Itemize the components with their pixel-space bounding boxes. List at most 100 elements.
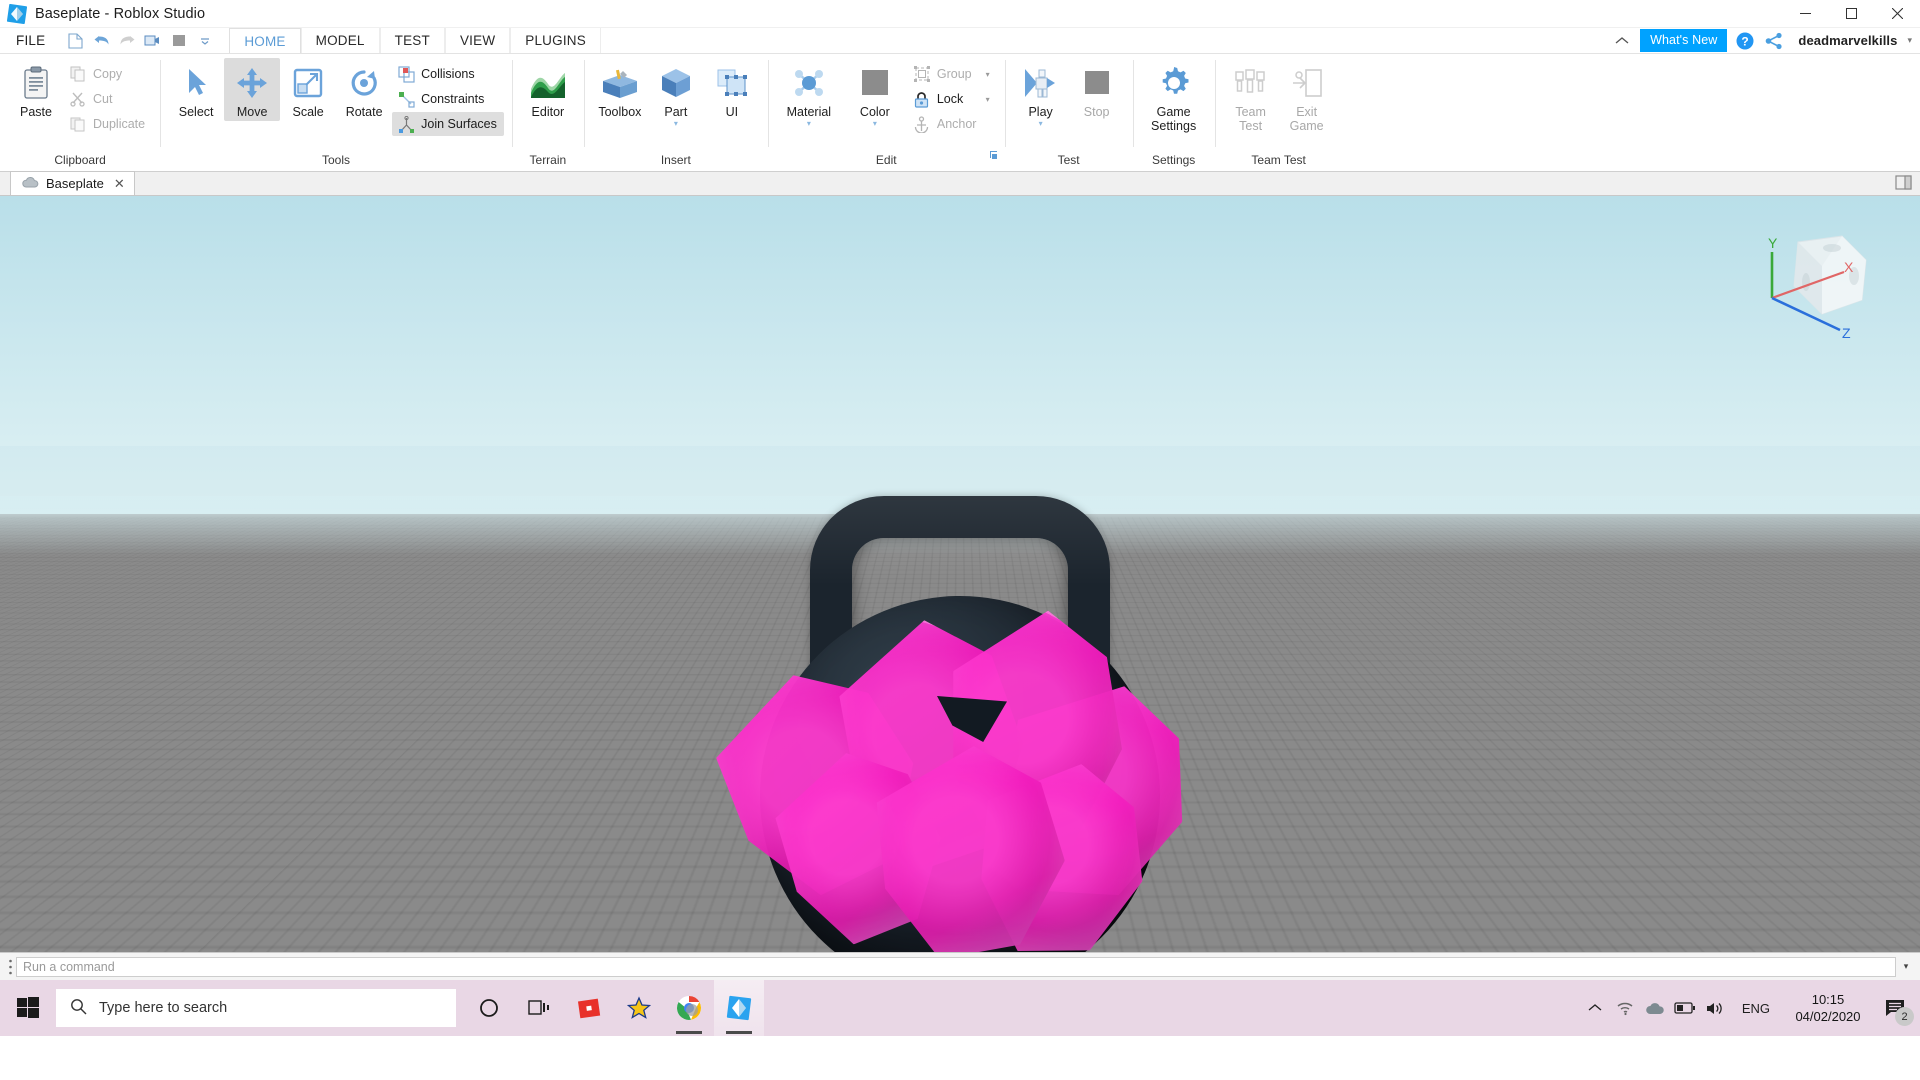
open-folder-icon[interactable] (141, 30, 165, 52)
toolbox-button[interactable]: Toolbox (592, 58, 648, 121)
play-button[interactable]: Play ▾ (1013, 58, 1069, 130)
team-test-button[interactable]: Team Test (1223, 58, 1279, 135)
material-molecule-icon (792, 63, 826, 103)
close-button[interactable] (1874, 0, 1920, 28)
color-label: Color (860, 105, 890, 119)
account-chevron-down-icon[interactable]: ▾ (1907, 35, 1912, 46)
select-tool-button[interactable]: Select (168, 58, 224, 121)
question-mark-icon[interactable]: ? (1735, 31, 1755, 51)
drag-grip-icon[interactable] (4, 958, 16, 976)
copy-button[interactable]: Copy (64, 62, 152, 86)
cortana-icon[interactable] (464, 980, 514, 1036)
task-view-icon[interactable] (514, 980, 564, 1036)
new-document-icon[interactable] (63, 30, 87, 52)
color-chevron-down-icon[interactable]: ▾ (873, 120, 877, 128)
toolbox-label: Toolbox (598, 105, 641, 119)
anchor-button[interactable]: Anchor (908, 112, 997, 136)
maximize-button[interactable] (1828, 0, 1874, 28)
group-label-test: Test (1007, 149, 1131, 171)
tab-model[interactable]: MODEL (301, 28, 380, 53)
exit-game-button[interactable]: Exit Game (1279, 58, 1335, 135)
collisions-icon (397, 65, 415, 83)
paste-button[interactable]: Paste (8, 58, 64, 121)
file-menu-button[interactable]: FILE (0, 28, 59, 53)
minimize-button[interactable] (1782, 0, 1828, 28)
whats-new-button[interactable]: What's New (1640, 29, 1727, 52)
color-swatch-icon (859, 63, 891, 103)
google-chrome-icon[interactable] (664, 980, 714, 1036)
scale-tool-button[interactable]: Scale (280, 58, 336, 121)
document-tab-label: Baseplate (46, 176, 104, 191)
viewport-3d[interactable]: Y X Z (0, 196, 1920, 952)
ribbon-group-edit: Material ▾ Color ▾ (768, 54, 1005, 171)
command-input[interactable]: Run a command (16, 957, 1896, 977)
window-title: Baseplate - Roblox Studio (35, 6, 205, 22)
color-button[interactable]: Color ▾ (842, 58, 908, 130)
collisions-button[interactable]: Collisions (392, 62, 504, 86)
ui-button[interactable]: UI (704, 58, 760, 121)
roblox-player-icon[interactable] (564, 980, 614, 1036)
group-label: Group (937, 67, 972, 81)
material-chevron-down-icon[interactable]: ▾ (807, 120, 811, 128)
rotate-tool-button[interactable]: Rotate (336, 58, 392, 121)
material-button[interactable]: Material ▾ (776, 58, 842, 130)
lock-button[interactable]: Lock ▾ (908, 87, 997, 111)
tab-test[interactable]: TEST (380, 28, 445, 53)
tab-view[interactable]: VIEW (445, 28, 510, 53)
gizmo-z-label: Z (1842, 325, 1851, 341)
move-tool-button[interactable]: Move (224, 58, 280, 121)
ribbon-group-test: Play ▾ Stop Test (1005, 54, 1133, 171)
collisions-label: Collisions (421, 67, 475, 81)
edit-dialog-launcher-icon[interactable] (990, 146, 999, 168)
taskbar-search-placeholder: Type here to search (99, 1000, 227, 1016)
onedrive-cloud-icon[interactable] (1640, 980, 1670, 1036)
scale-label: Scale (292, 105, 323, 119)
chevron-up-icon[interactable] (1580, 980, 1610, 1036)
document-tab-close-icon[interactable]: ✕ (114, 176, 125, 192)
tab-plugins[interactable]: PLUGINS (510, 28, 601, 53)
gray-square-icon[interactable] (167, 30, 191, 52)
group-button[interactable]: Group ▾ (908, 62, 997, 86)
terrain-editor-button[interactable]: Editor (520, 58, 576, 121)
taskbar-clock[interactable]: 10:15 04/02/2020 (1782, 991, 1874, 1025)
kettlebell-model[interactable] (750, 496, 1170, 952)
search-icon (70, 998, 87, 1019)
speaker-icon[interactable] (1700, 980, 1730, 1036)
taskbar-search-box[interactable]: Type here to search (56, 989, 456, 1027)
cut-button[interactable]: Cut (64, 87, 152, 111)
battery-icon[interactable] (1670, 980, 1700, 1036)
account-username[interactable]: deadmarvelkills (1798, 33, 1897, 48)
crystal-cluster[interactable] (725, 586, 1195, 952)
action-center-icon[interactable]: 2 (1874, 980, 1916, 1036)
play-chevron-down-icon[interactable]: ▾ (1039, 120, 1043, 128)
wifi-icon[interactable] (1610, 980, 1640, 1036)
part-button[interactable]: Part ▾ (648, 58, 704, 130)
roblox-studio-icon[interactable] (714, 980, 764, 1036)
constraints-button[interactable]: Constraints (392, 87, 504, 111)
material-label: Material (787, 105, 831, 119)
star-app-icon[interactable] (614, 980, 664, 1036)
undo-arrow-icon[interactable] (89, 30, 113, 52)
customize-quick-access-chevron-down-icon[interactable] (193, 30, 217, 52)
share-nodes-icon[interactable] (1764, 31, 1784, 51)
group-label-team-test: Team Test (1217, 149, 1341, 171)
stop-button[interactable]: Stop (1069, 58, 1125, 121)
language-indicator[interactable]: ENG (1730, 1001, 1782, 1016)
home-chevron-icon[interactable] (1604, 35, 1640, 47)
duplicate-button[interactable]: Duplicate (64, 112, 152, 136)
document-tab-baseplate[interactable]: Baseplate ✕ (10, 171, 135, 195)
redo-arrow-icon[interactable] (115, 30, 139, 52)
lock-chevron-down-icon[interactable]: ▾ (978, 95, 990, 104)
join-surfaces-button[interactable]: Join Surfaces (392, 112, 504, 136)
ribbon-group-settings: Game Settings Settings (1133, 54, 1215, 171)
cut-label: Cut (93, 92, 112, 106)
game-settings-button[interactable]: Game Settings (1141, 58, 1207, 135)
axis-navigation-gizmo[interactable]: Y X Z (1744, 226, 1884, 346)
ribbon-group-insert: Toolbox Part ▾ (584, 54, 768, 171)
windows-start-icon[interactable] (0, 980, 56, 1036)
group-chevron-down-icon[interactable]: ▾ (978, 70, 990, 79)
command-bar-chevron-down-icon[interactable]: ▾ (1896, 961, 1916, 972)
part-chevron-down-icon[interactable]: ▾ (674, 120, 678, 128)
window-layout-icon[interactable] (1895, 175, 1912, 195)
tab-home[interactable]: HOME (229, 28, 300, 53)
